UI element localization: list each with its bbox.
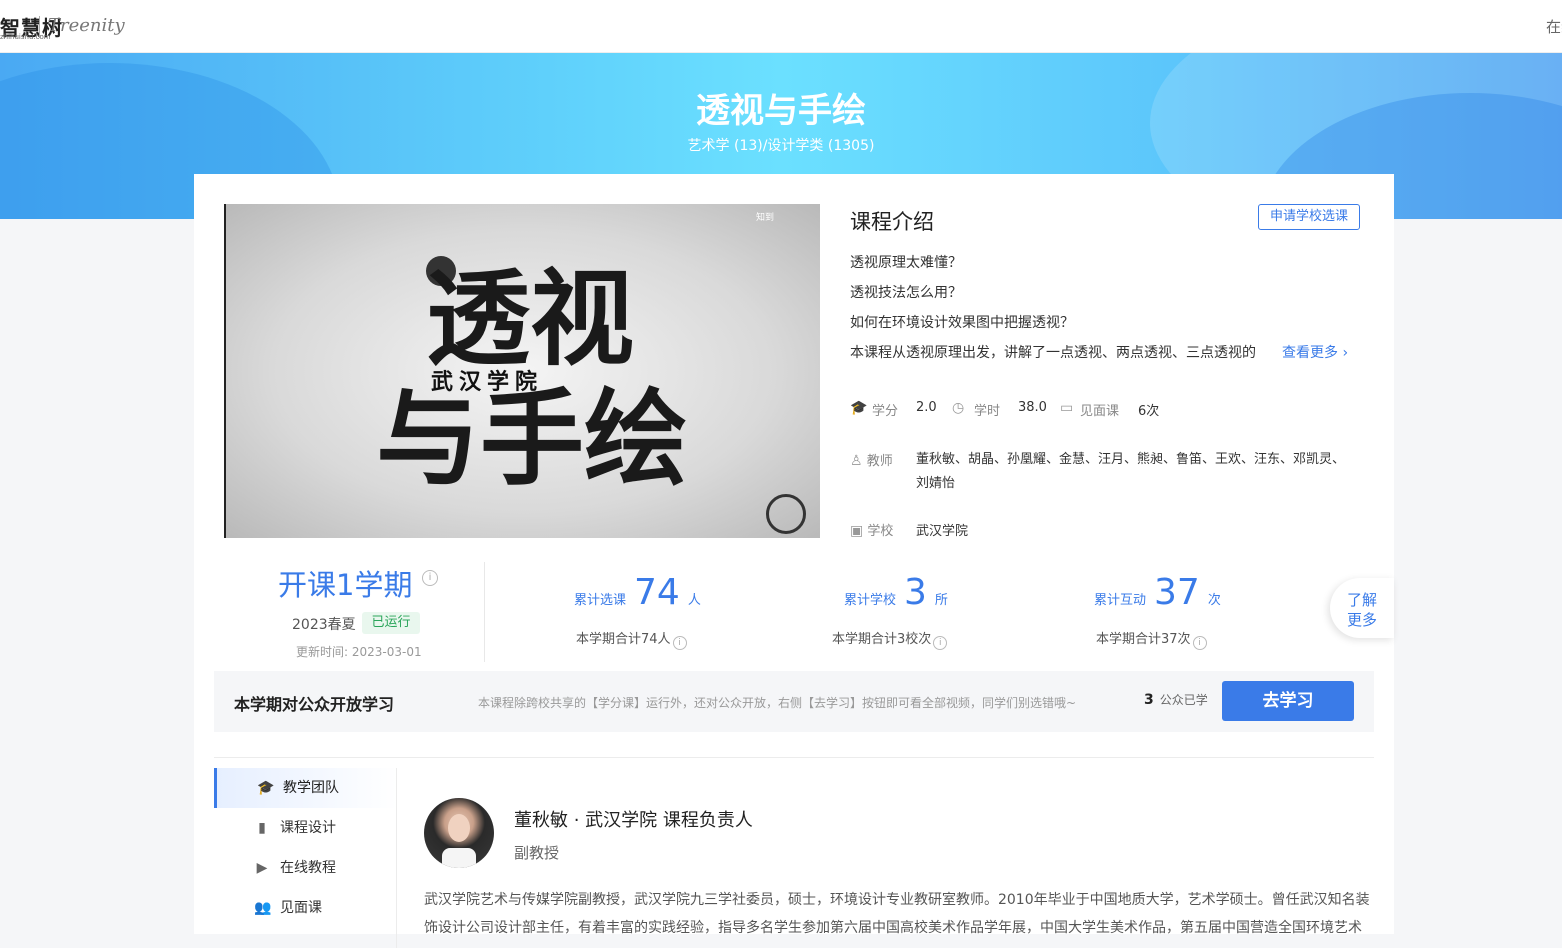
nav-teaching-team[interactable]: 🎓 教学团队 [214, 768, 398, 808]
school-label-text: 学校 [867, 524, 894, 539]
cover-school-tag: 武汉学院 [431, 370, 544, 395]
divider [484, 562, 485, 662]
avatar-face [448, 814, 470, 842]
intro-line: 本课程从透视原理出发，讲解了一点透视、两点透视、三点透视的 [850, 345, 1256, 361]
intro-line: 透视技法怎么用？ [850, 285, 962, 301]
info-icon[interactable]: i [672, 636, 687, 650]
counter-enrollment: 累计选课 74 人 [574, 572, 701, 616]
nav-label: 在线教程 [280, 860, 336, 876]
counter-label: 累计选课 [574, 593, 627, 608]
chevron-right-icon: › [1342, 345, 1349, 361]
cover-stamp-icon [766, 494, 806, 534]
learners-number: 3 [1144, 692, 1154, 708]
cover-watermark: 知到 [756, 213, 775, 223]
person-icon: ♙ [850, 453, 863, 469]
bookmark-icon: ▮ [258, 820, 266, 836]
graduation-cap-icon: 🎓 [257, 780, 275, 796]
course-cover-image[interactable]: 知到 透视 与手绘 武汉学院 [224, 204, 820, 538]
counter-enrollment-sub: 本学期合计74人 i [576, 628, 687, 650]
go-study-button[interactable]: 去学习 [1222, 681, 1354, 721]
counter-interactions: 累计互动 37 次 [1094, 572, 1221, 616]
nav-label: 见面课 [280, 900, 322, 916]
site-logo-domain: zhihuishu.com [0, 33, 51, 41]
partner-logo[interactable]: Treenity [48, 15, 125, 36]
info-icon[interactable]: i [933, 636, 948, 650]
counter-unit: 人 [687, 593, 701, 608]
counter-sub-text: 本学期合计37次 [1096, 632, 1191, 647]
know-more-button[interactable]: 了解 更多 [1330, 578, 1394, 638]
update-time: 更新时间: 2023-03-01 [296, 645, 422, 659]
teachers-label: ♙ 教师 [850, 450, 893, 469]
know-more-line: 了解 [1346, 591, 1377, 609]
avatar[interactable] [424, 798, 494, 868]
info-icon[interactable]: i [422, 570, 438, 586]
hours-value: 38.0 [1018, 400, 1047, 415]
video-icon: ▶ [256, 860, 268, 876]
counter-schools-sub: 本学期合计3校次 i [832, 628, 948, 650]
public-study-title: 本学期对公众开放学习 [234, 695, 395, 714]
counter-value: 74 [634, 572, 680, 613]
teacher-name: 董秋敏 · 武汉学院 课程负责人 [514, 810, 753, 831]
credit-label: 学分 [872, 404, 899, 419]
public-study-bar: 本学期对公众开放学习 本课程除跨校共享的【学分课】运行外，还对公众开放，右侧【去… [214, 671, 1374, 732]
learners-label: 公众已学 [1159, 693, 1208, 707]
nav-label: 课程设计 [280, 820, 336, 836]
nav-online-tutorial[interactable]: ▶ 在线教程 [214, 848, 398, 888]
hours-label: 学时 [974, 404, 1001, 419]
teachers-list: 董秋敏、胡晶、孙凰耀、金慧、汪月、熊昶、鲁笛、王欢、汪东、邓凯灵、刘婧怡 [916, 452, 1346, 491]
nav-label: 教学团队 [283, 780, 339, 796]
mortarboard-icon: 🎓 [850, 400, 868, 416]
avatar-shirt [442, 848, 476, 868]
teacher-title: 副教授 [514, 844, 560, 862]
counter-schools: 累计学校 3 所 [844, 572, 948, 616]
school-label: ▣ 学校 [850, 520, 893, 539]
info-icon[interactable]: i [1192, 636, 1207, 650]
chat-icon: ▭ [1060, 400, 1074, 416]
view-more-label: 查看更多 [1282, 345, 1338, 361]
counter-sub-text: 本学期合计74人 [576, 632, 671, 647]
school-value[interactable]: 武汉学院 [916, 520, 968, 539]
public-study-desc: 本课程除跨校共享的【学分课】运行外，还对公众开放，右侧【去学习】按钮即可看全部视… [478, 696, 1077, 710]
divider [214, 757, 1374, 758]
nav-course-design[interactable]: ▮ 课程设计 [214, 808, 398, 848]
logo-divider [39, 16, 40, 38]
top-right-link[interactable]: 在线 [1546, 16, 1562, 37]
status-badge: 已运行 [362, 612, 420, 634]
term-season: 2023春夏 [292, 617, 356, 633]
counter-value: 3 [904, 572, 927, 613]
clock-icon: ◷ [952, 400, 965, 416]
group-icon: 👥 [254, 900, 272, 916]
building-icon: ▣ [850, 523, 864, 539]
course-category: 艺术学 (13)/设计学类 (1305) [687, 138, 875, 154]
meet-label: 见面课 [1080, 404, 1120, 419]
teachers-label-text: 教师 [866, 454, 893, 469]
intro-line: 如何在环境设计效果图中把握透视？ [850, 315, 1074, 331]
top-navbar: 智慧树 zhihuishu.com Treenity 在线 [0, 0, 1562, 53]
apply-course-button[interactable]: 申请学校选课 [1258, 204, 1360, 230]
divider [396, 768, 397, 948]
nav-meeting-class[interactable]: 👥 见面课 [214, 888, 398, 928]
counter-label: 累计互动 [1094, 593, 1147, 608]
credit-value: 2.0 [916, 400, 937, 415]
counter-interactions-sub: 本学期合计37次 i [1096, 628, 1207, 650]
course-card: 知到 透视 与手绘 武汉学院 课程介绍 申请学校选课 透视原理太难懂？ 透视技法… [194, 174, 1394, 948]
term-count: 开课1学期 [278, 568, 413, 602]
view-more-link[interactable]: 查看更多 › [1282, 342, 1348, 362]
meet-value: 6次 [1138, 404, 1160, 419]
counter-sub-text: 本学期合计3校次 [832, 632, 932, 647]
know-more-line: 更多 [1346, 611, 1377, 629]
intro-line: 透视原理太难懂？ [850, 255, 962, 271]
counter-unit: 所 [934, 593, 948, 608]
public-learners-count: 3 公众已学 [1144, 691, 1208, 708]
counter-value: 37 [1154, 572, 1200, 613]
counter-unit: 次 [1207, 593, 1221, 608]
intro-heading: 课程介绍 [850, 210, 934, 234]
course-title: 透视与手绘 [696, 91, 866, 131]
teacher-bio: 武汉学院艺术与传媒学院副教授，武汉学院九三学社委员，硕士，环境设计专业教研室教师… [424, 892, 1370, 936]
counter-label: 累计学校 [844, 593, 897, 608]
